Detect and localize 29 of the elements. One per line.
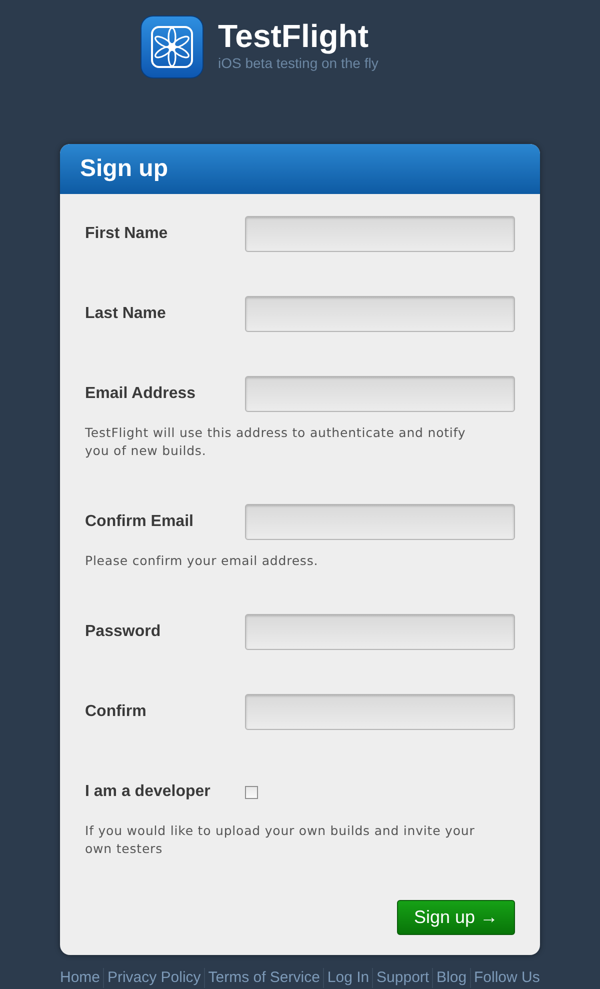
brand-tagline: iOS beta testing on the fly — [218, 54, 378, 72]
text-field[interactable] — [245, 504, 515, 540]
text-field[interactable] — [245, 376, 515, 412]
footer-link[interactable]: Log In — [327, 966, 370, 989]
developer-checkbox[interactable] — [245, 786, 258, 798]
footer-link[interactable]: Home — [60, 966, 100, 989]
footer-link[interactable]: Blog — [436, 966, 467, 989]
field-label: First Name — [85, 224, 169, 244]
password-field[interactable] — [245, 694, 515, 730]
field-label: Email Address — [85, 384, 197, 404]
field-hint: If you would like to upload your own builds and invite your own testers — [85, 822, 476, 858]
brand-title: TestFlight — [218, 18, 370, 54]
field-label: Confirm Email — [85, 512, 194, 532]
field-label: Password — [85, 622, 162, 642]
app-logo-icon — [140, 15, 204, 79]
text-field[interactable] — [245, 296, 515, 332]
field-label: I am a developer — [85, 782, 212, 802]
footer-link[interactable]: Terms of Service — [208, 966, 320, 989]
field-label: Confirm — [85, 702, 148, 722]
signup-button[interactable]: Sign up → — [396, 900, 515, 935]
footer-link[interactable]: Follow Us — [474, 966, 540, 989]
text-field[interactable] — [245, 216, 515, 252]
card-title: Sign up — [80, 154, 168, 184]
field-hint: Please confirm your email address. — [85, 552, 320, 570]
footer-link[interactable]: Privacy Policy — [107, 966, 201, 989]
field-label: Last Name — [85, 304, 167, 324]
password-field[interactable] — [245, 614, 515, 650]
footer-link[interactable]: Support — [376, 966, 430, 989]
field-hint: TestFlight will use this address to authenticate and notify you of new builds. — [85, 424, 467, 460]
